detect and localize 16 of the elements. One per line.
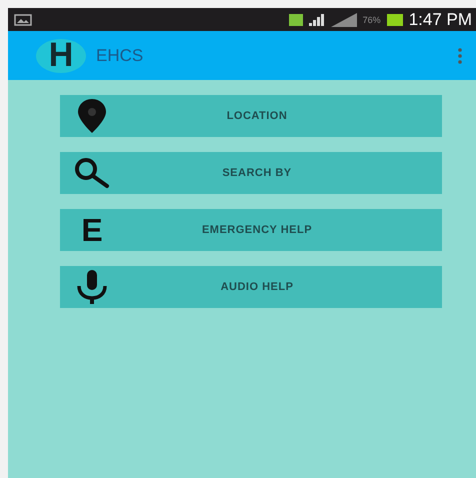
signal-icon	[308, 14, 325, 26]
overflow-menu-icon[interactable]	[458, 48, 462, 64]
image-icon	[14, 14, 32, 26]
menu-button[interactable]: E EMERGENCY HELP	[60, 209, 442, 251]
menu-button[interactable]: AUDIO HELP	[60, 266, 442, 308]
app-logo: H	[36, 38, 86, 72]
search-icon	[73, 157, 111, 189]
status-time: 1:47 PM	[408, 10, 472, 30]
letter-icon: E	[81, 214, 103, 246]
microphone-icon	[76, 270, 108, 304]
app-title: EHCS	[96, 46, 144, 66]
battery-percent: 76%	[362, 14, 381, 24]
menu-button[interactable]: SEARCH BY	[60, 152, 442, 194]
menu-button[interactable]: LOCATION	[60, 95, 442, 137]
wifi-signal-icon	[330, 12, 357, 26]
map-pin-icon	[77, 99, 107, 133]
